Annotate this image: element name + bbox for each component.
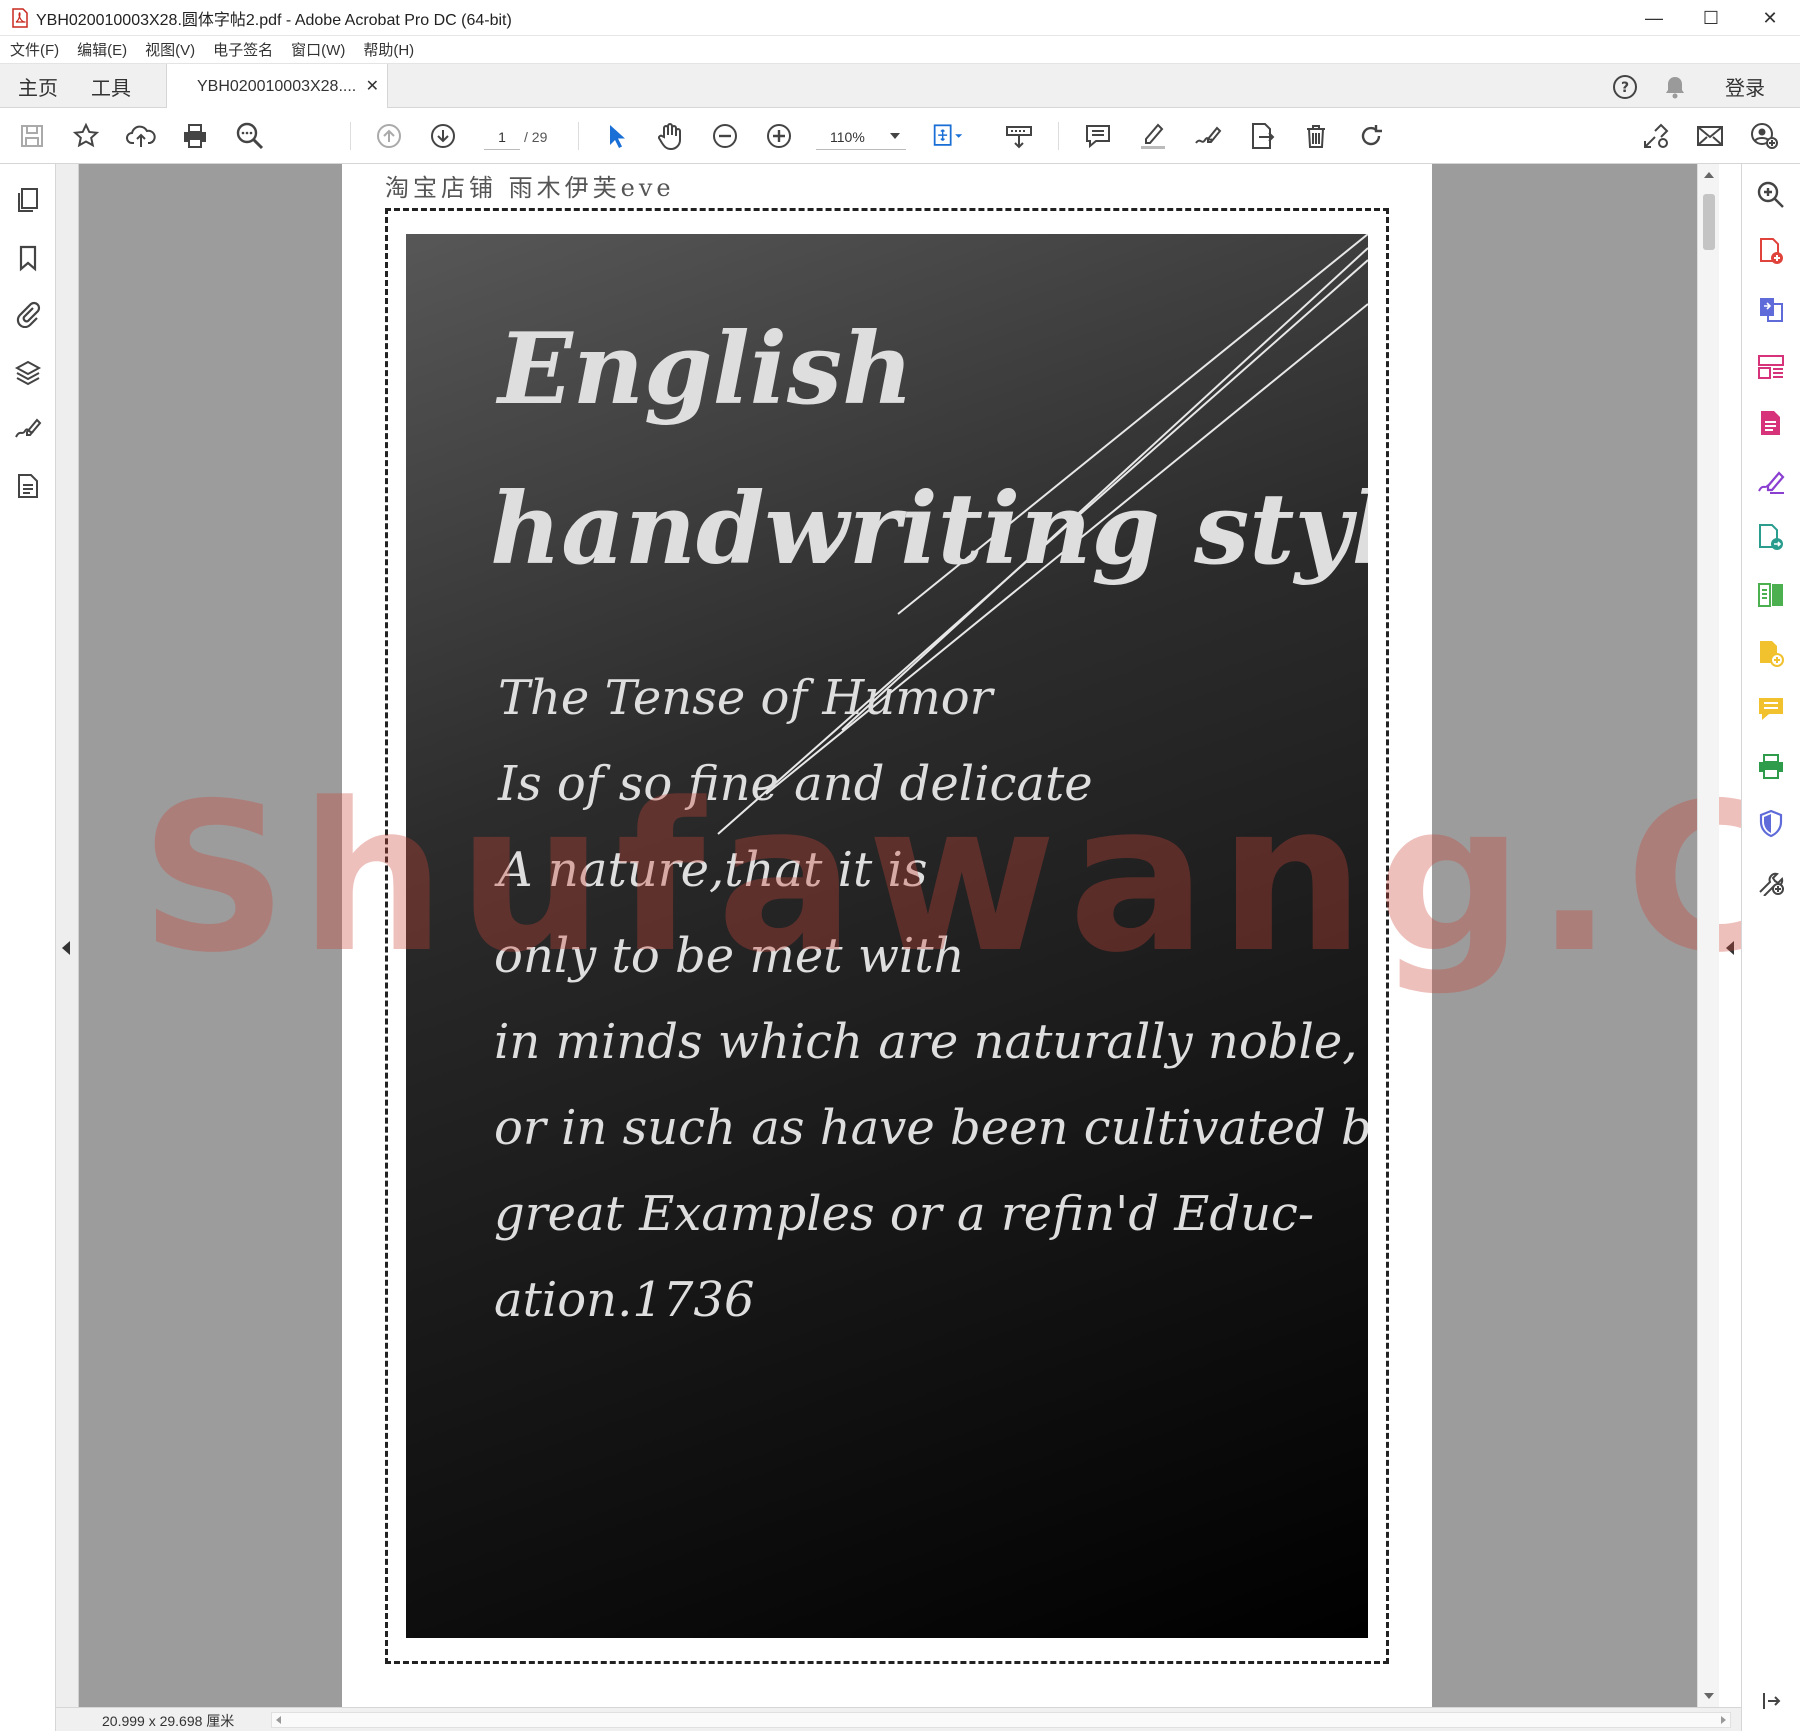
layers-icon[interactable] xyxy=(12,356,44,388)
comment-tool-icon[interactable] xyxy=(1754,692,1788,726)
poem-line: ation.1736 xyxy=(494,1272,755,1328)
shop-header-text: 淘宝店铺 雨木伊芙eve xyxy=(385,174,675,202)
acrobat-pdf-icon xyxy=(10,7,30,29)
bookmark-icon[interactable] xyxy=(12,242,44,274)
menu-e-sign[interactable]: 电子签名 xyxy=(213,39,273,60)
cloud-upload-icon[interactable] xyxy=(125,120,157,152)
poem-line: The Tense of Humor xyxy=(498,670,993,726)
menu-help[interactable]: 帮助(H) xyxy=(363,39,414,60)
page-number-input[interactable]: 1 xyxy=(484,124,520,150)
collapse-left-panel-icon[interactable] xyxy=(62,941,70,955)
right-tools-panel xyxy=(1741,164,1800,1731)
page-dimensions: 20.999 x 29.698 厘米 xyxy=(102,1713,235,1729)
delete-icon[interactable] xyxy=(1300,120,1332,152)
maximize-button[interactable]: ☐ xyxy=(1683,0,1739,36)
menu-edit[interactable]: 编辑(E) xyxy=(77,39,127,60)
star-icon[interactable] xyxy=(70,120,102,152)
combine-files-icon[interactable] xyxy=(1754,520,1788,554)
watermark-logo: Shufawang.CN xyxy=(140,760,1800,998)
scrollbar-thumb[interactable] xyxy=(1703,194,1715,250)
chevron-down-icon xyxy=(890,133,900,139)
select-pointer-icon[interactable] xyxy=(600,120,632,152)
menu-window[interactable]: 窗口(W) xyxy=(291,39,345,60)
document-properties-icon[interactable] xyxy=(12,470,44,502)
export-pdf-icon[interactable] xyxy=(1246,120,1278,152)
scroll-up-arrow-icon[interactable] xyxy=(1704,172,1714,178)
poem-line: great Examples or a refin'd Educ- xyxy=(494,1186,1315,1242)
status-bar: 20.999 x 29.698 厘米 xyxy=(56,1707,1741,1731)
toolbar-divider xyxy=(1058,122,1059,150)
collapse-tools-panel-icon[interactable] xyxy=(1754,1684,1788,1718)
menu-file[interactable]: 文件(F) xyxy=(10,39,59,60)
rotate-icon[interactable] xyxy=(1355,120,1387,152)
heading-handwriting-style: handwriting style xyxy=(490,472,1368,587)
menu-view[interactable]: 视图(V) xyxy=(145,39,195,60)
tab-tools[interactable]: 工具 xyxy=(91,64,131,108)
create-pdf-icon[interactable] xyxy=(1754,234,1788,268)
horizontal-scrollbar[interactable] xyxy=(271,1712,1731,1728)
add-user-icon[interactable] xyxy=(1748,120,1780,152)
edit-pdf-icon[interactable] xyxy=(1754,406,1788,440)
poem-line: or in such as have been cultivated by xyxy=(494,1100,1368,1156)
compare-files-icon[interactable] xyxy=(1754,578,1788,612)
close-tab-button[interactable]: ✕ xyxy=(366,76,379,96)
zoom-level-dropdown[interactable]: 110% xyxy=(816,124,906,150)
attachment-icon[interactable] xyxy=(12,298,44,330)
protect-shield-icon[interactable] xyxy=(1754,806,1788,840)
organize-pages-icon[interactable] xyxy=(1754,350,1788,384)
share-link-icon[interactable] xyxy=(1640,120,1672,152)
email-icon[interactable] xyxy=(1694,120,1726,152)
help-icon[interactable]: ? xyxy=(1610,72,1640,102)
comment-icon[interactable] xyxy=(1082,120,1114,152)
title-bar: YBH020010003X28.圆体字帖2.pdf - Adobe Acroba… xyxy=(0,0,1800,36)
more-tools-icon[interactable] xyxy=(1754,864,1788,898)
menu-bar: 文件(F) 编辑(E) 视图(V) 电子签名 窗口(W) 帮助(H) xyxy=(0,36,1800,64)
save-icon[interactable] xyxy=(16,120,48,152)
window-title: YBH020010003X28.圆体字帖2.pdf - Adobe Acroba… xyxy=(36,11,512,29)
hand-tool-icon[interactable] xyxy=(654,120,686,152)
add-file-icon[interactable] xyxy=(1754,636,1788,670)
toolbar-divider xyxy=(578,122,579,150)
notification-bell-icon[interactable] xyxy=(1660,72,1690,102)
zoom-in-icon[interactable] xyxy=(763,120,795,152)
scroll-right-arrow-icon[interactable] xyxy=(1721,1716,1726,1724)
heading-english: English xyxy=(498,312,914,427)
close-window-button[interactable]: ✕ xyxy=(1742,0,1798,36)
tab-bar: 主页 工具 YBH020010003X28.... ✕ ? 登录 xyxy=(0,64,1800,109)
print-icon[interactable] xyxy=(179,120,211,152)
scroll-left-arrow-icon[interactable] xyxy=(276,1716,281,1724)
minimize-button[interactable]: — xyxy=(1626,0,1682,36)
tab-home[interactable]: 主页 xyxy=(18,64,58,108)
search-zoom-icon[interactable] xyxy=(1754,178,1788,212)
search-icon[interactable] xyxy=(234,120,266,152)
left-navigation-panel xyxy=(0,164,56,1731)
fit-page-icon[interactable] xyxy=(932,120,964,152)
zoom-out-icon[interactable] xyxy=(709,120,741,152)
zoom-level-value: 110% xyxy=(830,128,865,145)
tab-document[interactable]: YBH020010003X28.... ✕ xyxy=(166,64,388,109)
print-production-icon[interactable] xyxy=(1754,750,1788,784)
previous-page-icon[interactable] xyxy=(373,120,405,152)
toolbar-divider xyxy=(350,122,351,150)
signature-icon[interactable] xyxy=(12,412,44,444)
tab-document-label: YBH020010003X28.... xyxy=(197,77,357,95)
login-button[interactable]: 登录 xyxy=(1725,64,1765,108)
draw-icon[interactable] xyxy=(1191,120,1223,152)
svg-text:?: ? xyxy=(1621,80,1629,96)
highlight-icon[interactable] xyxy=(1137,120,1169,152)
main-toolbar: 1 / 29 110% xyxy=(0,108,1800,164)
keyboard-tool-icon[interactable] xyxy=(1003,120,1035,152)
page-total: / 29 xyxy=(524,129,548,145)
export-tool-icon[interactable] xyxy=(1754,292,1788,326)
poem-line: in minds which are naturally noble, xyxy=(494,1014,1358,1070)
vertical-scrollbar[interactable] xyxy=(1697,164,1719,1707)
scroll-down-arrow-icon[interactable] xyxy=(1704,1693,1714,1699)
fill-sign-icon[interactable] xyxy=(1754,464,1788,498)
next-page-icon[interactable] xyxy=(427,120,459,152)
page-thumbnails-icon[interactable] xyxy=(12,184,44,216)
